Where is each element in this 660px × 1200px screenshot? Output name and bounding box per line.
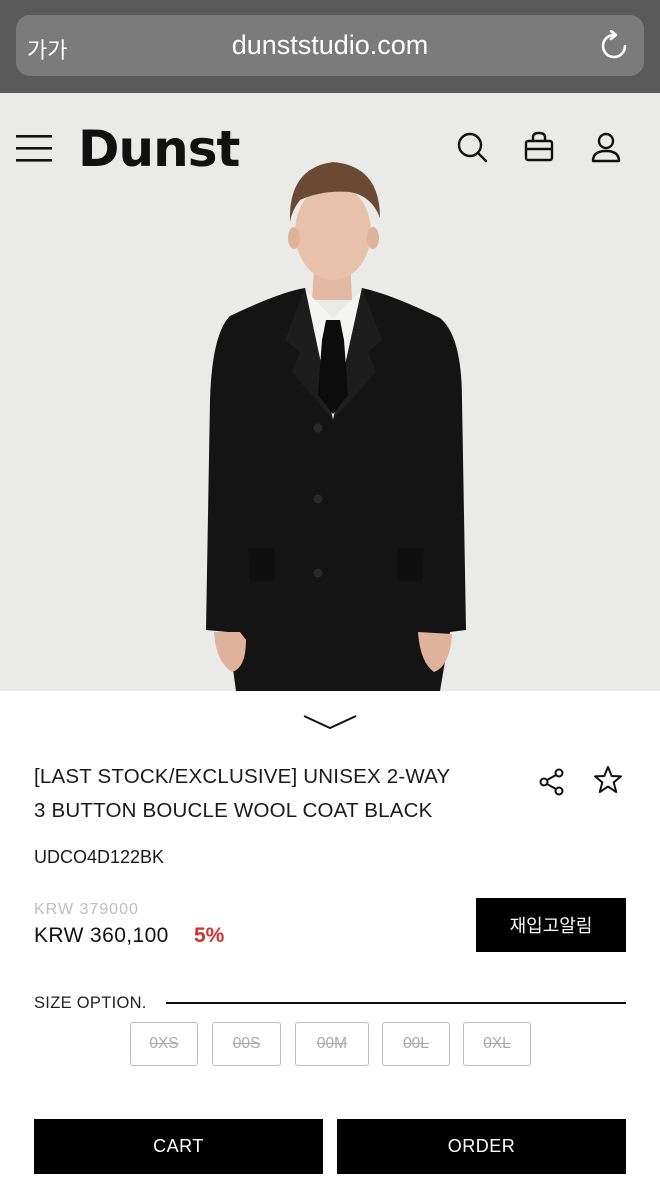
model-wearing-coat-image xyxy=(206,162,466,691)
size-option-00s[interactable]: 00S xyxy=(212,1022,281,1066)
product-hero-image xyxy=(0,93,660,691)
reload-icon[interactable] xyxy=(598,30,630,62)
original-price: KRW 379000 xyxy=(34,901,139,918)
star-icon[interactable] xyxy=(593,765,623,795)
size-option-label: SIZE OPTION. xyxy=(34,994,147,1012)
size-divider xyxy=(166,1002,626,1004)
discount-rate: 5% xyxy=(194,924,225,947)
order-button[interactable]: ORDER xyxy=(337,1119,626,1174)
browser-address-bar: 가가 dunststudio.com xyxy=(0,0,660,93)
product-title: [LAST STOCK/EXCLUSIVE] UNISEX 2-WAY 3 BU… xyxy=(34,760,504,828)
url-text[interactable]: dunststudio.com xyxy=(0,30,660,61)
product-code: UDCO4D122BK xyxy=(34,847,165,867)
restock-alert-button[interactable]: 재입고알림 xyxy=(476,898,626,952)
shopping-bag-icon[interactable] xyxy=(522,130,556,164)
product-title-line-1: [LAST STOCK/EXCLUSIVE] UNISEX 2-WAY xyxy=(34,765,451,788)
product-title-line-2: 3 BUTTON BOUCLE WOOL COAT BLACK xyxy=(34,799,433,822)
size-option-00m[interactable]: 00M xyxy=(295,1022,369,1066)
share-icon[interactable] xyxy=(538,768,566,796)
search-icon[interactable] xyxy=(455,130,489,164)
user-icon[interactable] xyxy=(589,130,623,164)
sale-price: KRW 360,100 xyxy=(34,924,169,947)
site-logo[interactable]: Dunst xyxy=(78,120,240,178)
size-option-0xl[interactable]: 0XL xyxy=(463,1022,531,1066)
hamburger-icon[interactable] xyxy=(16,133,52,163)
size-option-00l[interactable]: 00L xyxy=(382,1022,450,1066)
chevron-down-icon[interactable] xyxy=(302,712,358,734)
size-option-0xs[interactable]: 0XS xyxy=(130,1022,198,1066)
cart-button[interactable]: CART xyxy=(34,1119,323,1174)
